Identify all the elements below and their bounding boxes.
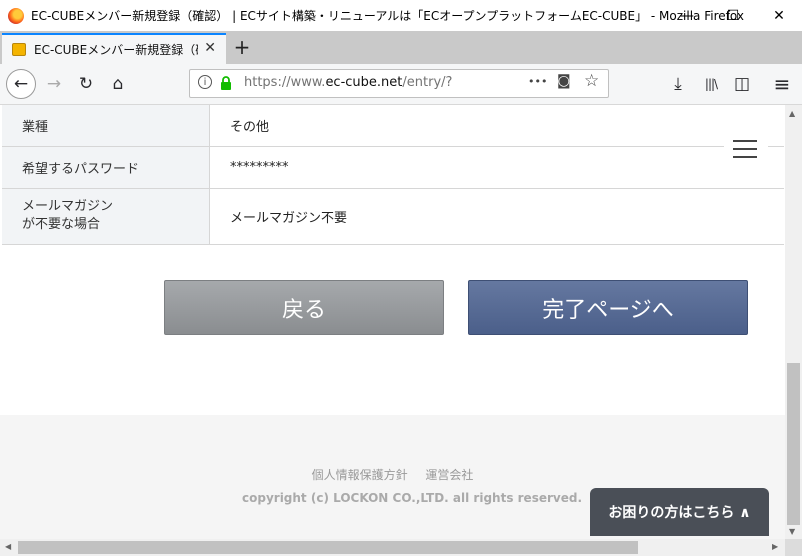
new-tab-button[interactable]: +	[232, 33, 252, 61]
nav-toolbar: ← → ↻ ⌂ i https://www.ec-cube.net/entry/…	[0, 64, 802, 105]
horizontal-scroll-thumb[interactable]	[18, 541, 638, 554]
company-link[interactable]: 運営会社	[425, 468, 473, 482]
url-text[interactable]: https://www.ec-cube.net/entry/?	[244, 75, 452, 90]
pocket-icon[interactable]: ◙	[557, 73, 571, 89]
complete-page-button[interactable]: 完了ページへ	[468, 280, 748, 335]
back-page-button[interactable]: 戻る	[164, 280, 444, 335]
table-row: 希望するパスワード *********	[2, 146, 784, 189]
copyright-text: copyright (c) LOCKON CO.,LTD. all rights…	[242, 491, 583, 505]
menu-icon[interactable]: ≡	[768, 70, 796, 98]
tab-close-icon[interactable]: ✕	[204, 40, 216, 56]
footer-links: 個人情報保護方針 運営会社	[0, 466, 785, 483]
hamburger-bar-icon	[733, 156, 757, 158]
confirm-table: 業種 その他 希望するパスワード ********* メールマガジン が不要な場…	[2, 105, 784, 245]
home-button[interactable]: ⌂	[104, 70, 132, 98]
scroll-left-icon[interactable]: ◀	[5, 542, 11, 551]
row-label: 業種	[2, 105, 210, 147]
tab-strip: EC-CUBEメンバー新規登録（確認） ✕ +	[0, 31, 802, 64]
url-bar[interactable]: i https://www.ec-cube.net/entry/? ••• ◙ …	[189, 69, 609, 98]
firefox-icon	[8, 8, 24, 24]
back-button[interactable]: ←	[6, 69, 36, 99]
lock-icon	[221, 76, 231, 90]
table-row: メールマガジン が不要な場合 メールマガジン不要	[2, 188, 784, 245]
row-label: 希望するパスワード	[2, 146, 210, 189]
window-titlebar: EC-CUBEメンバー新規登録（確認） | ECサイト構築・リニューアルは「EC…	[0, 0, 802, 32]
more-actions-icon[interactable]: •••	[528, 75, 547, 88]
hamburger-menu-button[interactable]	[724, 127, 768, 171]
privacy-policy-link[interactable]: 個人情報保護方針	[312, 468, 408, 482]
favicon-icon	[12, 43, 26, 56]
reload-button[interactable]: ↻	[72, 70, 100, 98]
minimize-button[interactable]: —	[664, 0, 710, 31]
window-title: EC-CUBEメンバー新規登録（確認） | ECサイト構築・リニューアルは「EC…	[31, 9, 744, 23]
scroll-down-icon[interactable]: ▼	[789, 527, 795, 536]
tab-label: EC-CUBEメンバー新規登録（確認）	[34, 43, 198, 57]
forward-button[interactable]: →	[40, 70, 68, 98]
info-icon[interactable]: i	[198, 75, 212, 89]
page-content: 業種 その他 希望するパスワード ********* メールマガジン が不要な場…	[0, 105, 785, 539]
row-value: *********	[209, 146, 784, 189]
help-button[interactable]: お困りの方はこちら ∧	[590, 488, 769, 536]
scroll-up-icon[interactable]: ▲	[789, 109, 795, 118]
close-button[interactable]: ✕	[756, 0, 802, 31]
library-icon[interactable]: |||\	[697, 70, 725, 98]
scrollbar-corner	[785, 539, 802, 556]
hamburger-bar-icon	[733, 140, 757, 142]
download-icon[interactable]: ⤓	[664, 70, 692, 98]
horizontal-scrollbar[interactable]: ◀ ▶	[0, 539, 785, 556]
row-label: メールマガジン が不要な場合	[2, 188, 210, 245]
vertical-scroll-thumb[interactable]	[787, 363, 800, 525]
row-value: メールマガジン不要	[209, 188, 784, 245]
hamburger-bar-icon	[733, 148, 757, 150]
table-row: 業種 その他	[2, 105, 784, 147]
row-value: その他	[209, 105, 784, 147]
maximize-button[interactable]: ☐	[710, 0, 756, 31]
sidebar-icon[interactable]: ◫	[728, 70, 756, 98]
bookmark-star-icon[interactable]: ☆	[584, 71, 599, 91]
scroll-right-icon[interactable]: ▶	[772, 542, 778, 551]
vertical-scrollbar[interactable]: ▲ ▼	[785, 105, 802, 539]
tab-active[interactable]: EC-CUBEメンバー新規登録（確認） ✕	[2, 33, 226, 64]
